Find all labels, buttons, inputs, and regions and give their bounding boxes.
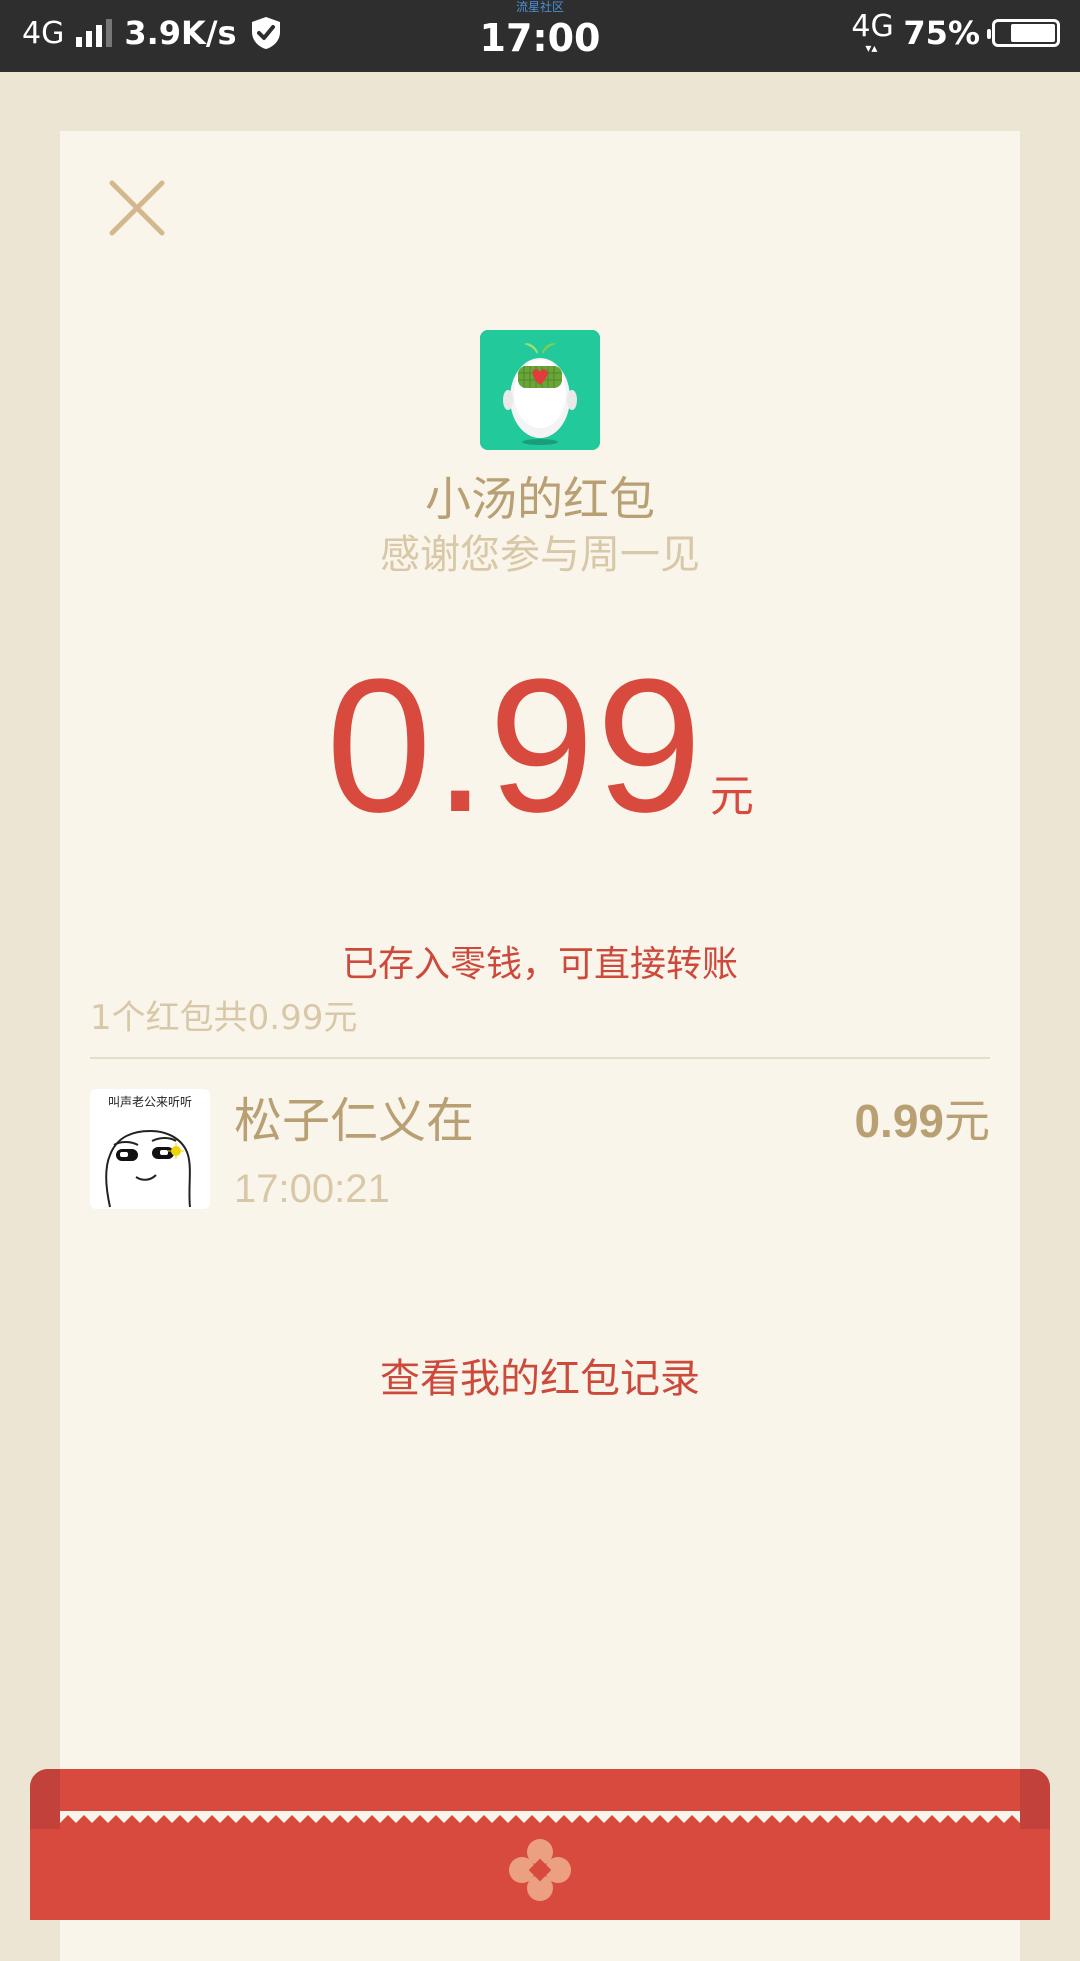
- status-bar: 4G 3.9K/s 流星社区 17:00 4G ▾▴ 75%: [0, 0, 1080, 72]
- record-amount-value: 0.99: [854, 1095, 944, 1147]
- sender-title: 小汤的红包: [425, 472, 655, 526]
- robot-mascot-icon: [480, 330, 600, 450]
- list-item[interactable]: 叫声老公来听听 松子仁义在 17:00:21 0.99元: [90, 1089, 990, 1219]
- record-amount: 0.99元: [854, 1091, 990, 1151]
- zigzag-edge: [60, 1811, 1020, 1823]
- close-button[interactable]: [102, 173, 172, 243]
- record-amount-unit: 元: [944, 1094, 990, 1148]
- view-my-records-link[interactable]: 查看我的红包记录: [60, 1351, 1020, 1407]
- amount-note: 已存入零钱，可直接转账: [341, 944, 738, 985]
- close-icon: [109, 180, 165, 236]
- packet-summary: 1个红包共0.99元: [90, 998, 358, 1038]
- red-packet-detail-card: 小汤的红包 感谢您参与周一见 0.99 元 已存入零钱，可直接转账 1个红包共0.…: [60, 131, 1020, 1961]
- avatar-caption: 叫声老公来听听: [107, 1095, 192, 1109]
- status-right: 4G ▾▴ 75%: [851, 12, 1060, 54]
- battery-percent: 75%: [903, 14, 980, 52]
- amount-unit: 元: [709, 771, 754, 822]
- amount-value: 0.99: [326, 640, 704, 852]
- record-time: 17:00:21: [234, 1167, 390, 1211]
- sender-avatar: [480, 330, 600, 450]
- envelope-shade-right: [1020, 1769, 1050, 1829]
- battery-level: [1011, 24, 1055, 42]
- flower-emblem-icon: [509, 1839, 571, 1901]
- envelope-shade-left: [30, 1769, 60, 1829]
- avatar[interactable]: 叫声老公来听听: [90, 1089, 210, 1209]
- battery-icon: [987, 19, 1060, 47]
- greeting-message: 感谢您参与周一见: [380, 532, 700, 578]
- data-indicator: 4G ▾▴: [851, 9, 894, 55]
- received-amount: 0.99 元: [60, 651, 1020, 841]
- data-network-type: 4G: [851, 9, 894, 44]
- divider: [90, 1057, 990, 1059]
- record-name: 松子仁义在: [234, 1093, 475, 1149]
